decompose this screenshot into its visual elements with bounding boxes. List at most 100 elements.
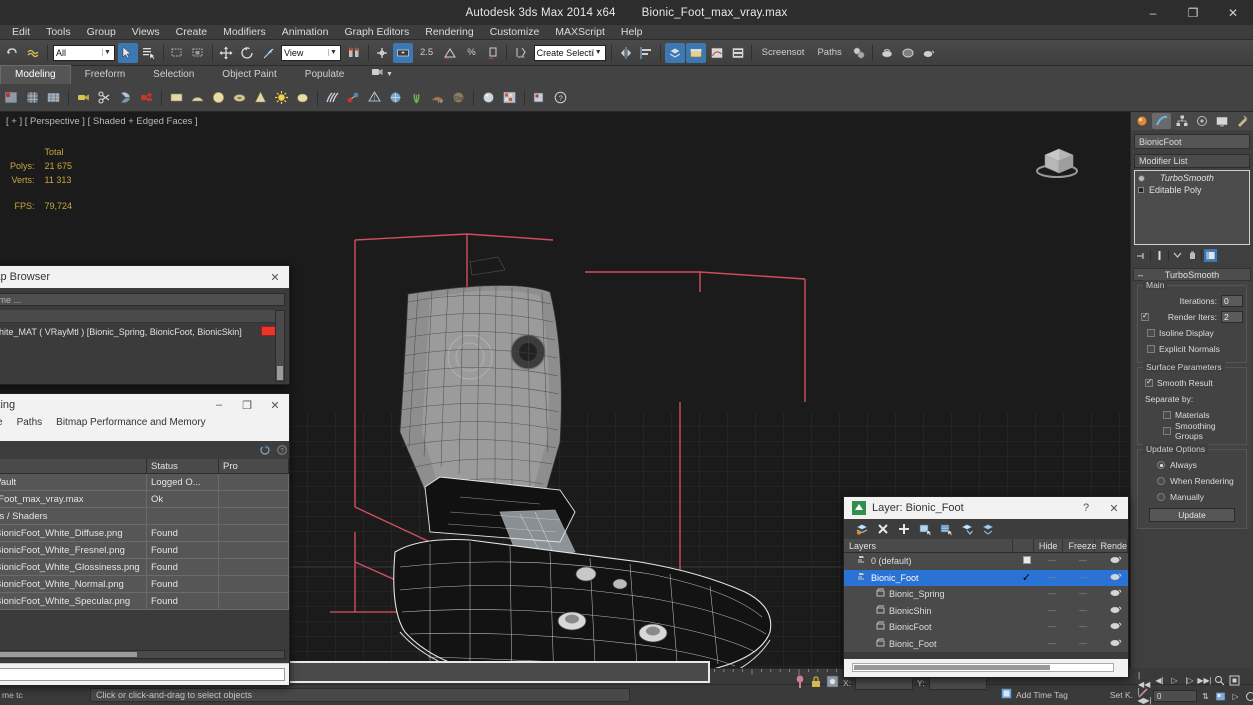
layer-manager-window[interactable]: Layer: Bionic_Foot ? ✕ Layers Hide Freeze R… xyxy=(843,496,1129,678)
menu-item-edit[interactable]: Edit xyxy=(4,25,38,40)
make-unique-icon[interactable] xyxy=(1171,249,1184,262)
symmetry-tools-icon[interactable] xyxy=(44,88,63,107)
minimize-button[interactable]: – xyxy=(1133,0,1173,25)
when-rendering-row[interactable]: When Rendering xyxy=(1141,474,1243,488)
hair-fur-icon[interactable] xyxy=(323,88,342,107)
delete-layer-icon[interactable] xyxy=(875,522,890,537)
generate-topology-icon[interactable] xyxy=(23,88,42,107)
render-setup-icon[interactable] xyxy=(877,43,897,63)
ribbon-tab-selection[interactable]: Selection xyxy=(139,66,208,84)
create-new-layer-icon[interactable] xyxy=(854,522,869,537)
smoothing-groups-checkbox[interactable] xyxy=(1163,427,1171,435)
torus-icon[interactable] xyxy=(230,88,249,107)
teapot-icon[interactable] xyxy=(293,88,312,107)
orbit-icon[interactable] xyxy=(1244,690,1253,702)
layer-hide-cell[interactable]: — xyxy=(1037,603,1067,620)
select-object-icon[interactable] xyxy=(118,42,138,63)
ribbon-toggle-icon[interactable] xyxy=(685,42,706,63)
set-key-button[interactable]: Set K. xyxy=(1110,690,1133,700)
layer-render-cell[interactable] xyxy=(1099,570,1128,587)
modifier-stack-item[interactable]: TurboSmooth xyxy=(1136,172,1248,184)
hierarchy-tab[interactable] xyxy=(1172,113,1191,129)
helper-icon[interactable]: Oxy xyxy=(449,88,468,107)
current-frame-field[interactable]: 0 xyxy=(1153,690,1197,702)
play-icon[interactable]: ▷ xyxy=(1168,674,1181,686)
asset-table-row[interactable]: BionicFoot_White_Specular.png Found xyxy=(0,592,289,610)
layer-current-cell[interactable] xyxy=(1016,553,1037,570)
view-cube[interactable] xyxy=(1031,137,1085,191)
object-name-field[interactable]: BionicFoot xyxy=(1134,134,1250,149)
space-warp-icon[interactable] xyxy=(365,88,384,107)
close-button[interactable]: ✕ xyxy=(1213,0,1253,25)
asset-table-row[interactable]: BionicFoot_White_Diffuse.png Found xyxy=(0,524,289,542)
highlight-selected-icon[interactable] xyxy=(959,522,974,537)
modifier-stack[interactable]: TurboSmooth Editable Poly xyxy=(1134,170,1250,245)
layer-table-row[interactable]: Bionic_Foot ✓ — — xyxy=(844,569,1128,587)
menu-item-animation[interactable]: Animation xyxy=(274,25,337,40)
layer-column-header[interactable]: Hide xyxy=(1034,539,1064,552)
edit-named-selection-icon[interactable]: abc xyxy=(511,43,531,63)
material-editor-icon[interactable] xyxy=(849,43,869,63)
modifier-list-dropdown[interactable]: Modifier List xyxy=(1134,154,1250,168)
time-configuration-icon[interactable] xyxy=(1214,690,1227,702)
asset-column-header[interactable]: Pro xyxy=(219,459,289,473)
viewport-label[interactable]: [ + ] [ Perspective ] [ Shaded + Edged F… xyxy=(6,116,198,127)
light-icon[interactable] xyxy=(272,88,291,107)
layer-freeze-cell[interactable]: — xyxy=(1067,619,1099,636)
ribbon-camera-flyout-icon[interactable]: ▼ xyxy=(358,65,407,84)
layer-manager-icon[interactable] xyxy=(664,42,685,63)
menu-item-help[interactable]: Help xyxy=(613,25,651,40)
camera-icon[interactable] xyxy=(74,88,93,107)
align-icon[interactable] xyxy=(637,43,657,63)
render-production-icon[interactable] xyxy=(919,43,939,63)
expand-icon[interactable] xyxy=(1138,187,1144,193)
isoline-display-row[interactable]: Isoline Display xyxy=(1141,326,1243,340)
smooth-result-row[interactable]: Smooth Result xyxy=(1141,376,1243,390)
menu-item-modifiers[interactable]: Modifiers xyxy=(215,25,274,40)
material-search-input[interactable]: Search by Name ... xyxy=(0,293,285,306)
add-selection-icon[interactable] xyxy=(896,522,911,537)
asset-tracking-menu-second[interactable]: Options xyxy=(0,429,289,441)
asset-menu-file[interactable]: File xyxy=(0,417,3,428)
slice-icon[interactable] xyxy=(116,88,135,107)
layer-table-row[interactable]: BionicShin — — xyxy=(844,603,1128,620)
iterations-spinner[interactable]: 0 xyxy=(1221,295,1243,307)
smoothing-groups-row[interactable]: Smoothing Groups xyxy=(1141,421,1243,441)
layer-column-header[interactable]: Rende xyxy=(1095,539,1128,552)
asset-column-header[interactable]: Name xyxy=(0,459,147,473)
redo-icon[interactable] xyxy=(23,43,43,63)
materials-group-header[interactable]: Materials xyxy=(0,310,285,323)
use-center-flyout-icon[interactable] xyxy=(344,43,364,63)
layer-freeze-cell[interactable]: — xyxy=(1067,570,1099,587)
layer-hide-cell[interactable]: — xyxy=(1037,636,1067,653)
asset-table-row[interactable]: Autodesk VaultLogged O... xyxy=(0,473,289,491)
motion-tab[interactable] xyxy=(1192,113,1211,129)
select-by-name-icon[interactable] xyxy=(139,43,159,63)
paths-label[interactable]: Paths xyxy=(811,47,847,58)
schematic-view-icon[interactable] xyxy=(728,43,748,63)
ribbon-tab-object-paint[interactable]: Object Paint xyxy=(208,66,290,84)
layer-hscrollbar[interactable] xyxy=(852,663,1114,672)
layer-current-cell[interactable]: ✓ xyxy=(1016,570,1037,587)
scrollbar-thumb[interactable] xyxy=(854,665,1050,670)
when-rendering-radio[interactable] xyxy=(1157,477,1165,485)
box-icon[interactable] xyxy=(167,88,186,107)
scissors-icon[interactable] xyxy=(95,88,114,107)
smooth-result-checkbox[interactable] xyxy=(1145,377,1153,387)
create-tab[interactable] xyxy=(1132,113,1151,129)
material-map-browser-window[interactable]: Material/Map Browser ✕ Search by Name ..… xyxy=(0,265,290,385)
lock-icon[interactable] xyxy=(810,675,822,692)
manually-radio[interactable] xyxy=(1157,493,1165,501)
named-selection-set-combo[interactable]: Create Selection S▼ xyxy=(533,44,606,61)
layer-freeze-cell[interactable]: — xyxy=(1067,603,1099,620)
layer-render-cell[interactable] xyxy=(1099,603,1128,620)
hf-icon[interactable]: HF xyxy=(428,88,447,107)
layer-freeze-cell[interactable]: — xyxy=(1067,586,1099,603)
help-icon[interactable]: ? xyxy=(275,443,289,457)
layer-hide-cell[interactable]: — xyxy=(1037,586,1067,603)
pin-stack-icon[interactable] xyxy=(1135,249,1148,262)
reference-coordinate-combo[interactable]: View ▼ xyxy=(281,44,341,61)
attach-icon[interactable] xyxy=(137,88,156,107)
asset-table-row[interactable]: 3Bionic_Foot_max_vray.maxOk xyxy=(0,490,289,508)
sphere-icon[interactable] xyxy=(188,88,207,107)
